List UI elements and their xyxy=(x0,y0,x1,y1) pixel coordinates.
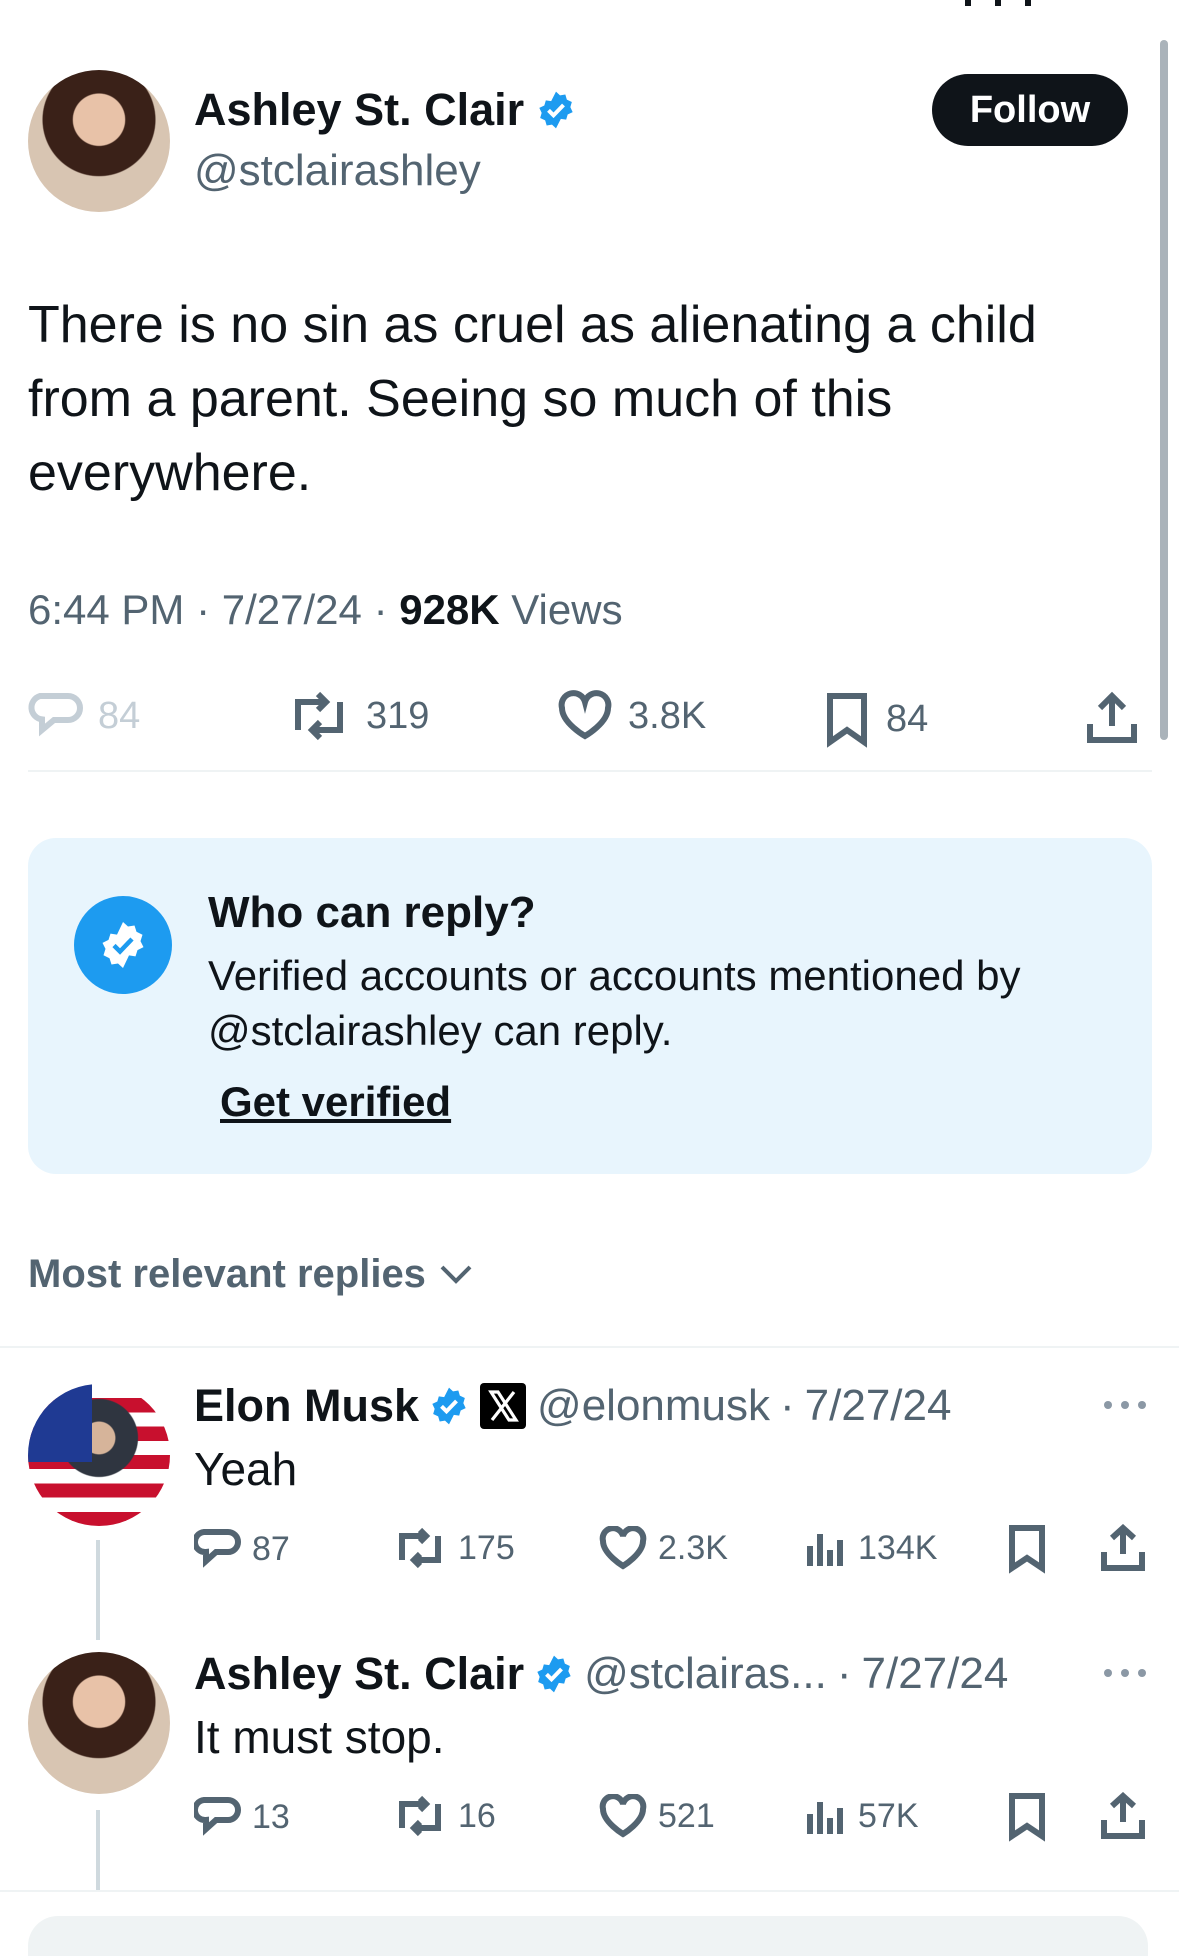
like-count: 3.8K xyxy=(628,694,707,737)
repost-icon xyxy=(399,1795,441,1837)
bookmark-count: 84 xyxy=(886,697,929,740)
reply-text: It must stop. xyxy=(194,1711,445,1763)
follow-button-label: Follow xyxy=(969,88,1091,131)
like-count: 521 xyxy=(658,1796,715,1835)
bookmark-icon xyxy=(827,693,867,748)
share-action[interactable] xyxy=(1084,690,1140,746)
heart-icon xyxy=(599,1526,647,1570)
author-name-row: Ashley St. Clair xyxy=(194,84,576,136)
like-action[interactable]: 2.3K xyxy=(598,1526,728,1570)
thread-line xyxy=(96,1540,100,1640)
follow-button[interactable]: Follow xyxy=(932,74,1128,146)
repost-count: 319 xyxy=(366,694,430,737)
scrollbar[interactable] xyxy=(1160,40,1168,740)
repost-action[interactable]: 319 xyxy=(286,690,429,742)
reply-count: 84 xyxy=(98,694,141,737)
author-avatar[interactable] xyxy=(28,70,170,212)
bookmark-icon[interactable] xyxy=(1006,1524,1048,1574)
sort-label: Most relevant replies xyxy=(28,1252,426,1296)
reply-header: Elon Musk @elonmusk · 7/27/24 xyxy=(194,1380,951,1432)
views-count: 134K xyxy=(858,1528,938,1567)
reply-icon xyxy=(194,1529,241,1568)
reply-author-name[interactable]: Elon Musk xyxy=(194,1380,419,1432)
views-action[interactable]: 57K xyxy=(804,1794,919,1838)
like-action[interactable]: 521 xyxy=(598,1794,715,1838)
more-options-icon[interactable] xyxy=(1102,1398,1148,1412)
author-handle[interactable]: @stclairashley xyxy=(194,146,481,196)
post-meta-row: 6:44 PM · 7/27/24 · 928K Views xyxy=(28,586,623,634)
share-icon[interactable] xyxy=(1100,1524,1146,1572)
replies-divider xyxy=(0,1346,1179,1348)
notice-title: Who can reply? xyxy=(208,888,536,937)
bookmark-icon[interactable] xyxy=(1006,1792,1048,1842)
top-nav-fragment xyxy=(965,0,1035,6)
thread-line xyxy=(96,1810,100,1890)
chevron-down-icon xyxy=(440,1265,472,1284)
sort-selector[interactable]: Most relevant replies xyxy=(28,1252,474,1297)
views-action[interactable]: 134K xyxy=(804,1526,937,1570)
reply-header: Ashley St. Clair @stclairas... · 7/27/24 xyxy=(194,1648,1008,1700)
reply-icon xyxy=(194,1797,241,1836)
share-icon[interactable] xyxy=(1100,1792,1146,1840)
like-action[interactable]: 3.8K xyxy=(556,690,706,742)
heart-icon xyxy=(558,690,612,740)
repost-count: 16 xyxy=(458,1796,496,1835)
reply-author-name[interactable]: Ashley St. Clair xyxy=(194,1648,524,1700)
more-options-icon[interactable] xyxy=(1102,1666,1148,1680)
get-verified-link[interactable]: Get verified xyxy=(220,1078,451,1126)
heart-icon xyxy=(599,1794,647,1838)
reply-author-handle[interactable]: @elonmusk xyxy=(537,1381,770,1431)
reply-count: 87 xyxy=(252,1529,290,1568)
reply-avatar[interactable] xyxy=(28,1384,170,1526)
verified-badge-icon xyxy=(432,1387,466,1425)
reply-avatar[interactable] xyxy=(28,1652,170,1794)
views-count: 928K xyxy=(399,586,500,633)
verified-badge-icon xyxy=(537,1655,571,1693)
repost-icon xyxy=(295,691,343,741)
reply-action[interactable]: 87 xyxy=(194,1526,290,1572)
views-icon xyxy=(807,1534,843,1566)
views-count: 57K xyxy=(858,1796,919,1835)
x-affiliation-icon xyxy=(480,1383,527,1429)
reply-composer-fragment[interactable] xyxy=(28,1916,1148,1956)
reply-date[interactable]: 7/27/24 xyxy=(805,1381,952,1431)
reply-icon xyxy=(28,693,83,737)
share-icon xyxy=(1087,691,1137,743)
repost-icon xyxy=(399,1527,441,1569)
verified-circle-icon xyxy=(74,896,172,994)
meta-separator: · xyxy=(373,586,400,633)
reply-action[interactable]: 13 xyxy=(194,1794,290,1840)
views-icon xyxy=(807,1802,843,1834)
post-time[interactable]: 6:44 PM xyxy=(28,586,184,633)
reply-separator: · xyxy=(836,1649,852,1698)
reply-text: Yeah xyxy=(194,1443,298,1495)
author-name[interactable]: Ashley St. Clair xyxy=(194,84,524,136)
bookmark-action[interactable]: 84 xyxy=(822,690,928,748)
bottom-divider xyxy=(0,1890,1179,1892)
views-label: Views xyxy=(511,586,623,633)
notice-body: Verified accounts or accounts mentioned … xyxy=(208,952,1021,1054)
post-date[interactable]: 7/27/24 xyxy=(222,586,362,633)
reply-separator: · xyxy=(780,1381,795,1430)
reply-date[interactable]: 7/27/24 xyxy=(862,1649,1009,1699)
reply-count: 13 xyxy=(252,1797,290,1836)
post-text: There is no sin as cruel as alienating a… xyxy=(28,296,1037,502)
repost-action[interactable]: 175 xyxy=(392,1526,515,1570)
meta-separator: · xyxy=(196,586,222,633)
repost-count: 175 xyxy=(458,1528,515,1567)
like-count: 2.3K xyxy=(658,1528,728,1567)
verified-badge-icon xyxy=(539,91,573,129)
repost-action[interactable]: 16 xyxy=(392,1794,496,1838)
action-bar-divider xyxy=(28,770,1152,772)
reply-author-handle[interactable]: @stclairas... xyxy=(584,1649,827,1699)
reply-action[interactable]: 84 xyxy=(28,690,140,742)
